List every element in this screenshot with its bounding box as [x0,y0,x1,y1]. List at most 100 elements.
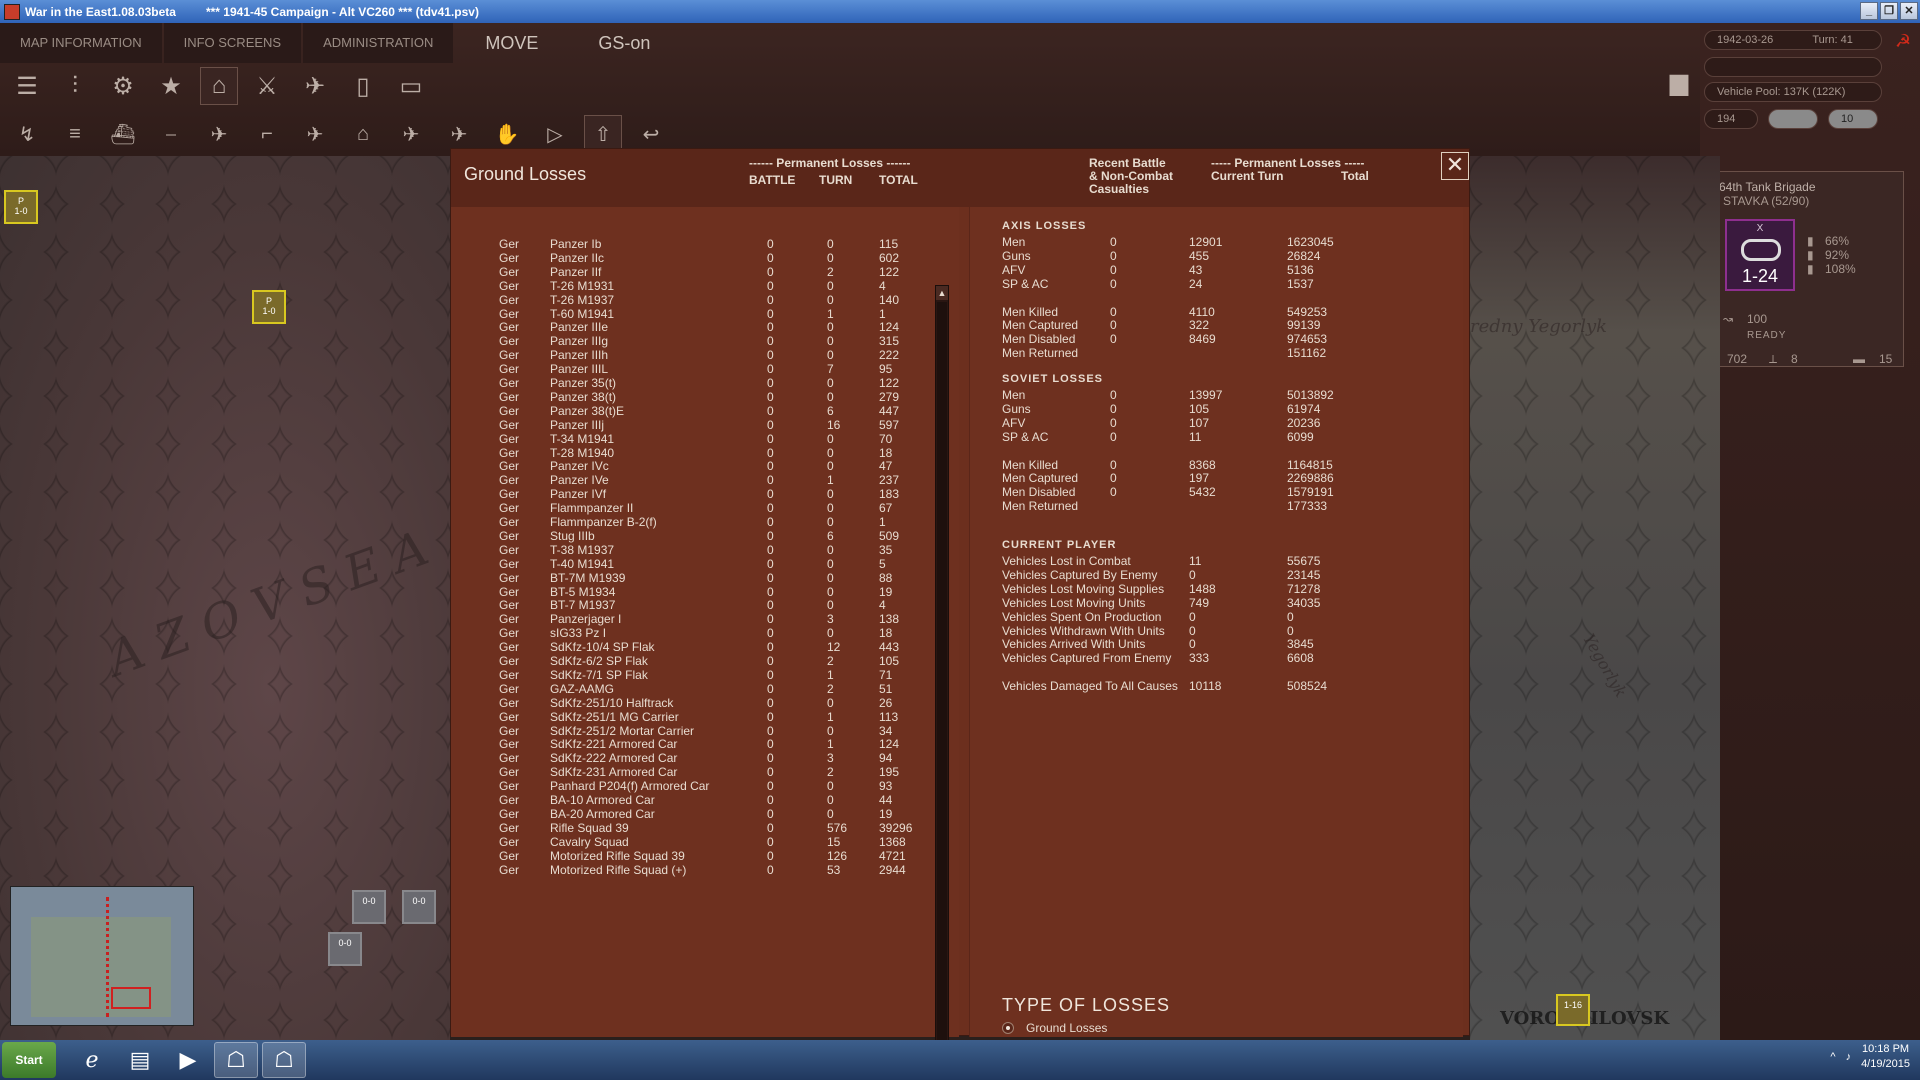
close-window-button[interactable]: ✕ [1900,2,1918,20]
f5-air-icon[interactable]: ✈ [200,115,238,153]
scroll-up-icon[interactable]: ▲ [936,286,948,300]
folder-icon[interactable]: ▤ [118,1042,162,1078]
media-player-icon[interactable]: ▶ [166,1042,210,1078]
loss-row[interactable]: Ger Motorized Rifle Squad (+) 0 53 2944 [451,863,931,880]
move-mode-label[interactable]: MOVE [455,23,568,63]
battle-losses: 0 [767,598,774,613]
map-unit-soviet-1[interactable]: 0-0 [352,890,386,924]
close-dialog-button[interactable]: ✕ [1441,152,1469,180]
crossed-swords-icon[interactable]: ⚔ [248,67,286,105]
f4-sea-icon[interactable]: ⎯ [152,115,190,153]
pool-10-field[interactable]: 10 [1828,109,1878,129]
minimize-button[interactable]: _ [1860,2,1878,20]
battle-losses: 0 [767,681,774,696]
recent-value: 0 [1110,332,1117,347]
turn-losses: 6 [827,528,834,543]
f7-airbase-icon[interactable]: ✈ [296,115,334,153]
f2-rail-icon[interactable]: ≡ [56,115,94,153]
nationality: Ger [499,292,520,307]
map-unit-bottom[interactable]: 1-16 [1556,994,1590,1026]
date-turn-field: 1942-03-26 Turn: 41 [1704,30,1882,50]
turn-losses: 2 [827,654,834,668]
map-unit-panzer-2[interactable]: P 1-0 [252,290,286,324]
tab-map-information[interactable]: MAP INFORMATION [0,23,162,63]
f6-supply-icon[interactable]: ⌐ [248,115,286,153]
map-unit-panzer-1[interactable]: P 1-0 [4,190,38,224]
clock[interactable]: 10:18 PM 4/19/2015 [1861,1042,1910,1072]
map-right[interactable]: redny Yegorlyk Yegorlyk VOROSHILOVSK 1-1… [1470,156,1720,1040]
bar-chart-icon[interactable]: ▆ [1660,63,1698,101]
restore-button[interactable]: ❐ [1880,2,1898,20]
hq-icon[interactable]: ⌂ [200,67,238,105]
radio-button-icon[interactable] [1002,1022,1014,1034]
star-icon[interactable]: ★ [152,67,190,105]
minimap-viewport[interactable] [111,987,151,1009]
nationality: Ger [499,389,520,404]
turn-losses: 15 [827,834,841,849]
tray-arrow-icon[interactable]: ^ [1830,1051,1835,1063]
axis-row: SP & AC 0 24 1537 [970,277,1464,294]
game-window-1-icon[interactable]: ☖ [214,1042,258,1078]
battle-losses: 0 [767,793,774,807]
movement-points: 100 [1747,312,1768,326]
current-turn-value: 4110 [1189,304,1215,319]
current-turn-value: 12901 [1189,235,1223,249]
turn-losses: 1 [827,473,834,488]
units-icon[interactable]: ⫶ [56,67,94,105]
game-window-2-icon[interactable]: ☖ [262,1042,306,1078]
town-label-yegorlyk: redny Yegorlyk [1470,316,1608,337]
stat-label: Vehicles Withdrawn With Units [1002,623,1165,638]
map-unit-soviet-3[interactable]: 0-0 [328,932,362,966]
internet-explorer-icon[interactable]: ℯ [70,1042,114,1078]
equipment-name: SdKfz-222 Armored Car [550,751,678,766]
stat-label: Men [1002,235,1026,249]
vehicle-pool-field: Vehicle Pool: 137K (122K) [1704,82,1882,102]
battle-losses: 0 [767,515,774,529]
battle-losses: 0 [767,334,774,349]
f8-factory-icon[interactable]: ⌂ [344,115,382,153]
air-mission-icon[interactable]: ✈ [296,67,334,105]
nationality: Ger [499,556,520,571]
tab-info-screens[interactable]: INFO SCREENS [163,23,302,63]
turn-losses: 2 [827,681,834,696]
start-button[interactable]: Start [2,1042,56,1078]
current-turn-value: 11 [1189,554,1202,568]
gs-on-toggle[interactable]: GS-on [568,23,680,63]
total-losses: 35 [879,542,893,557]
radio-ground-losses[interactable]: Ground Losses [1002,1019,1107,1037]
non-combat-header: & Non-Combat [1089,169,1173,183]
f9-bomb-icon[interactable]: ✈ [392,115,430,153]
losses-scrollbar[interactable]: ▲ ▼ [935,285,949,1075]
f1-move-icon[interactable]: ↯ [8,115,46,153]
soviet-row: Men Returned 177333 [970,499,1464,516]
supply-icon[interactable]: ▭ [392,67,430,105]
f3-naval-icon[interactable]: ⛴ [104,115,142,153]
layers-icon[interactable]: ☰ [8,67,46,105]
nationality: Ger [499,445,520,460]
fuel-icon[interactable]: ▯ [344,67,382,105]
recent-value: 0 [1110,276,1117,291]
map-unit-soviet-2[interactable]: 0-0 [402,890,436,924]
current-turn-value: 1488 [1189,581,1216,596]
volume-icon[interactable]: ♪ [1846,1051,1852,1063]
unit-card[interactable]: 64th Tank Brigade STAVKA (52/90) X 1-24 … [1706,171,1904,367]
equipment-name: SdKfz-251/10 Halftrack [550,695,674,710]
minimap[interactable] [10,886,194,1026]
battle-losses: 0 [767,376,774,390]
tab-administration[interactable]: ADMINISTRATION [303,23,454,63]
equipment-name: Panzer 38(t)E [550,403,625,418]
gear-icon[interactable]: ⚙ [104,67,142,105]
battle-losses: 0 [767,348,774,363]
scroll-thumb[interactable] [937,302,947,1052]
morale-pct: 66% [1825,234,1850,248]
turn-losses: 126 [827,848,848,863]
slider-field[interactable] [1768,109,1818,129]
nationality: Ger [499,473,520,488]
losses-list[interactable]: Ger Panzer Ib 0 0 115 Ger Panzer IIc 0 0 602 Ger Pa… [451,207,959,1075]
turn-column-header: TURN [819,173,853,187]
current-turn-value: 455 [1189,248,1210,263]
recent-value: 0 [1110,304,1117,319]
current-turn-value: 8469 [1189,332,1216,347]
dialog-title: Ground Losses [464,164,587,184]
unit-counter[interactable]: X 1-24 [1725,219,1795,291]
